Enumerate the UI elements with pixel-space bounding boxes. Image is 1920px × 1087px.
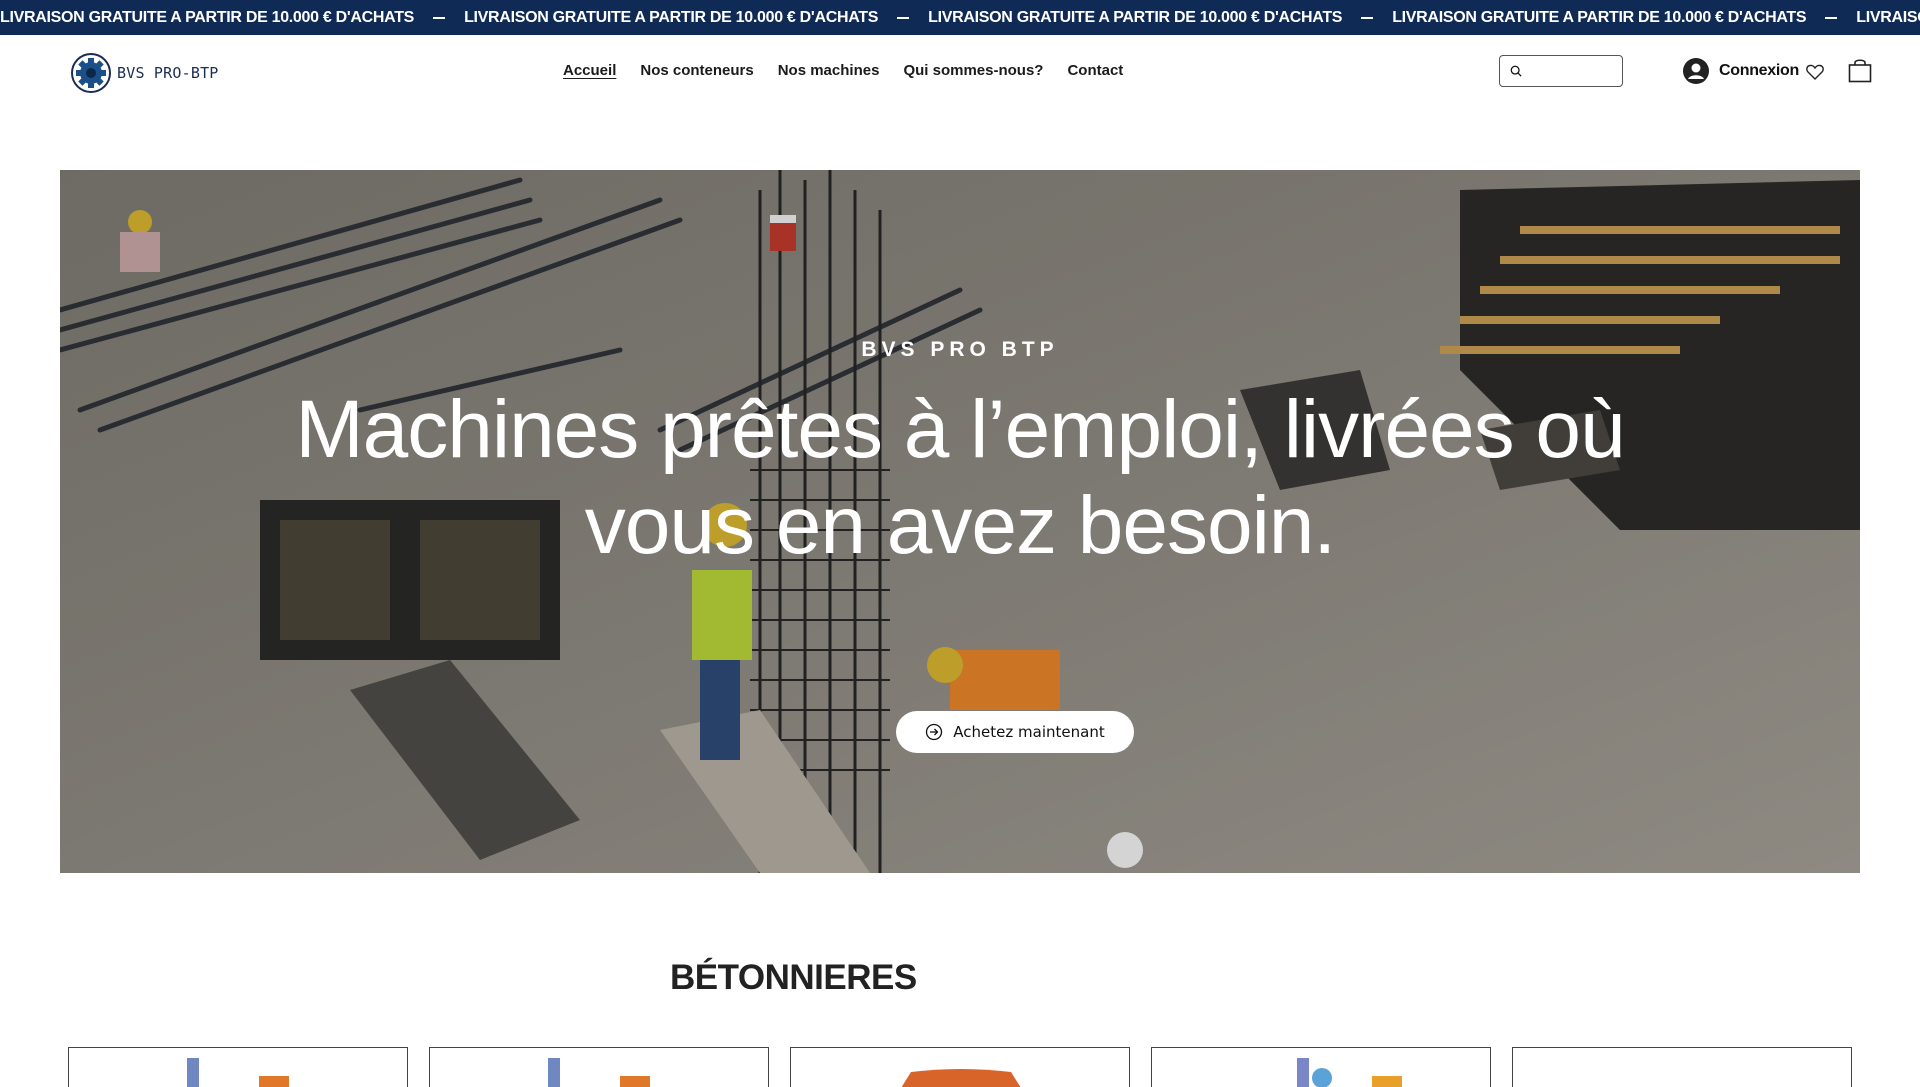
product-image [187,1058,289,1087]
nav-item-qui-sommes-nous[interactable]: Qui sommes-nous? [903,62,1043,79]
nav-item-nos-machines[interactable]: Nos machines [778,62,880,79]
announcement-separator [433,16,446,19]
product-card[interactable] [1151,1047,1491,1087]
shop-now-button[interactable]: Achetez maintenant [896,711,1134,753]
search-icon [1510,65,1522,77]
product-card[interactable] [790,1047,1130,1087]
product-image [548,1058,650,1087]
heart-icon[interactable] [1806,64,1824,80]
nav-item-contact[interactable]: Contact [1067,62,1123,79]
arrow-circle-right-icon [926,723,943,741]
nav-item-nos-conteneurs[interactable]: Nos conteneurs [640,62,753,79]
logo-text: BVS PRO-BTP [117,64,219,82]
login-button[interactable]: Connexion [1683,58,1799,84]
gear-logo-icon [71,53,111,93]
account-icon [1683,58,1709,84]
section-title: BÉTONNIERES [670,958,917,997]
shop-now-label: Achetez maintenant [953,723,1105,741]
product-image [901,1069,1021,1087]
main-nav: Accueil Nos conteneurs Nos machines Qui … [563,62,1147,79]
logo-link[interactable]: BVS PRO-BTP [71,53,219,93]
search-input[interactable] [1528,62,1622,80]
announcement-bar: LIVRAISON GRATUITE A PARTIR DE 10.000 € … [0,0,1920,35]
search-box[interactable] [1499,55,1623,87]
hero-title: Machines prêtes à l’emploi, livrées où v… [295,384,1625,571]
cart-icon[interactable] [1848,57,1872,83]
announcement-text: LIVRAISON GRATUITE A PARTIR DE 10.000 € … [464,8,879,26]
product-image [1297,1058,1402,1087]
announcement-text: LIVRAISON GRATUITE A PARTIR DE 10.000 € … [0,8,415,26]
announcement-separator [1825,16,1838,19]
announcement-track: LIVRAISON GRATUITE A PARTIR DE 10.000 € … [0,9,1920,27]
announcement-separator [1361,16,1374,19]
hero-banner: BVS PRO BTP Machines prêtes à l’emploi, … [60,170,1860,873]
announcement-text: LIVRAISON GRATUITE A PARTIR DE 10.000 € … [928,8,1343,26]
product-card[interactable] [429,1047,769,1087]
product-card[interactable] [68,1047,408,1087]
product-card[interactable] [1512,1047,1852,1087]
announcement-text: LIVRAISON GRATUITE A PARTIR DE 10.000 € … [1392,8,1807,26]
login-label: Connexion [1719,62,1799,79]
announcement-text: LIVRAISON GRATUITE A PARTIR DE 10.000 € … [1856,8,1920,26]
nav-item-accueil[interactable]: Accueil [563,62,616,79]
site-header: BVS PRO-BTP Accueil Nos conteneurs Nos m… [0,35,1920,107]
announcement-separator [897,16,910,19]
hero-eyebrow: BVS PRO BTP [861,338,1059,361]
